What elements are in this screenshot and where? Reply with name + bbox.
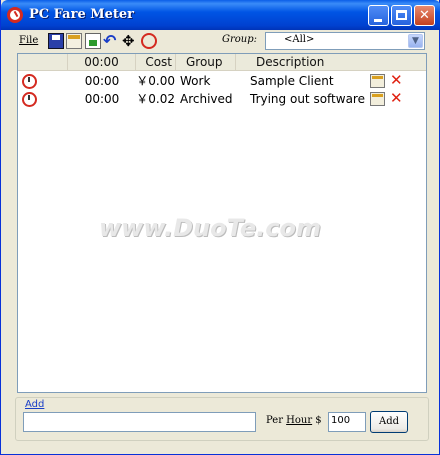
- move-icon[interactable]: ✥: [122, 33, 138, 49]
- maximize-icon: [396, 10, 407, 20]
- file-menu[interactable]: File: [19, 35, 38, 46]
- export-icon[interactable]: [85, 33, 101, 49]
- timer-clock-icon[interactable]: [22, 74, 37, 89]
- column-header-description[interactable]: Description: [236, 54, 426, 71]
- edit-icon[interactable]: [370, 92, 385, 106]
- group-select[interactable]: <All> ▼: [265, 32, 425, 50]
- per-hour-suffix: $: [312, 415, 322, 426]
- close-icon: ✕: [419, 8, 430, 23]
- app-clock-icon[interactable]: [7, 7, 23, 23]
- delete-icon[interactable]: ✕: [390, 90, 403, 107]
- undo-icon[interactable]: ↶: [103, 33, 119, 49]
- edit-icon[interactable]: [370, 74, 385, 88]
- per-hour-prefix: Per: [266, 415, 287, 426]
- column-header-icon[interactable]: [18, 54, 68, 71]
- row-description: Sample Client: [250, 74, 334, 88]
- add-button[interactable]: Add: [370, 411, 408, 433]
- toolbar: File ↶ ✥ Group: <All> ▼: [1, 30, 440, 52]
- table-row[interactable]: 00:00 ￥0.02 Archived Trying out software…: [18, 90, 426, 108]
- list-header: 00:00 Cost Group Description: [18, 54, 426, 71]
- minimize-button[interactable]: [368, 5, 389, 26]
- chevron-down-icon[interactable]: ▼: [408, 34, 423, 48]
- window-title: PC Fare Meter: [29, 7, 135, 22]
- add-label: Add: [23, 399, 47, 410]
- row-description: Trying out software: [250, 92, 365, 106]
- group-label: Group:: [222, 34, 257, 45]
- description-input[interactable]: [23, 412, 256, 432]
- row-cost: ￥0.00: [136, 74, 175, 88]
- title-bar[interactable]: PC Fare Meter ✕: [1, 0, 440, 30]
- row-group: Work: [180, 74, 211, 88]
- column-header-group[interactable]: Group: [176, 54, 236, 71]
- group-select-value: <All>: [284, 34, 315, 45]
- close-button[interactable]: ✕: [414, 5, 435, 26]
- properties-icon[interactable]: [66, 33, 82, 49]
- column-header-time[interactable]: 00:00: [68, 54, 136, 71]
- delete-icon[interactable]: ✕: [390, 72, 403, 89]
- maximize-button[interactable]: [391, 5, 412, 26]
- clock-icon[interactable]: [141, 33, 157, 49]
- table-row[interactable]: 00:00 ￥0.00 Work Sample Client ✕: [18, 72, 426, 90]
- row-group: Archived: [180, 92, 233, 106]
- per-hour-underlined: Hour: [286, 415, 313, 426]
- per-hour-label: Per Hour $: [266, 415, 322, 426]
- main-window: PC Fare Meter ✕ File ↶ ✥ Group: <All> ▼ …: [0, 0, 440, 455]
- rate-input[interactable]: 100: [328, 412, 366, 432]
- column-header-cost[interactable]: Cost: [136, 54, 176, 71]
- timer-clock-icon[interactable]: [22, 92, 37, 107]
- watermark: www.DuoTe.com: [99, 214, 321, 242]
- save-icon[interactable]: [48, 33, 64, 49]
- row-cost: ￥0.02: [136, 92, 175, 106]
- minimize-icon: [374, 19, 382, 22]
